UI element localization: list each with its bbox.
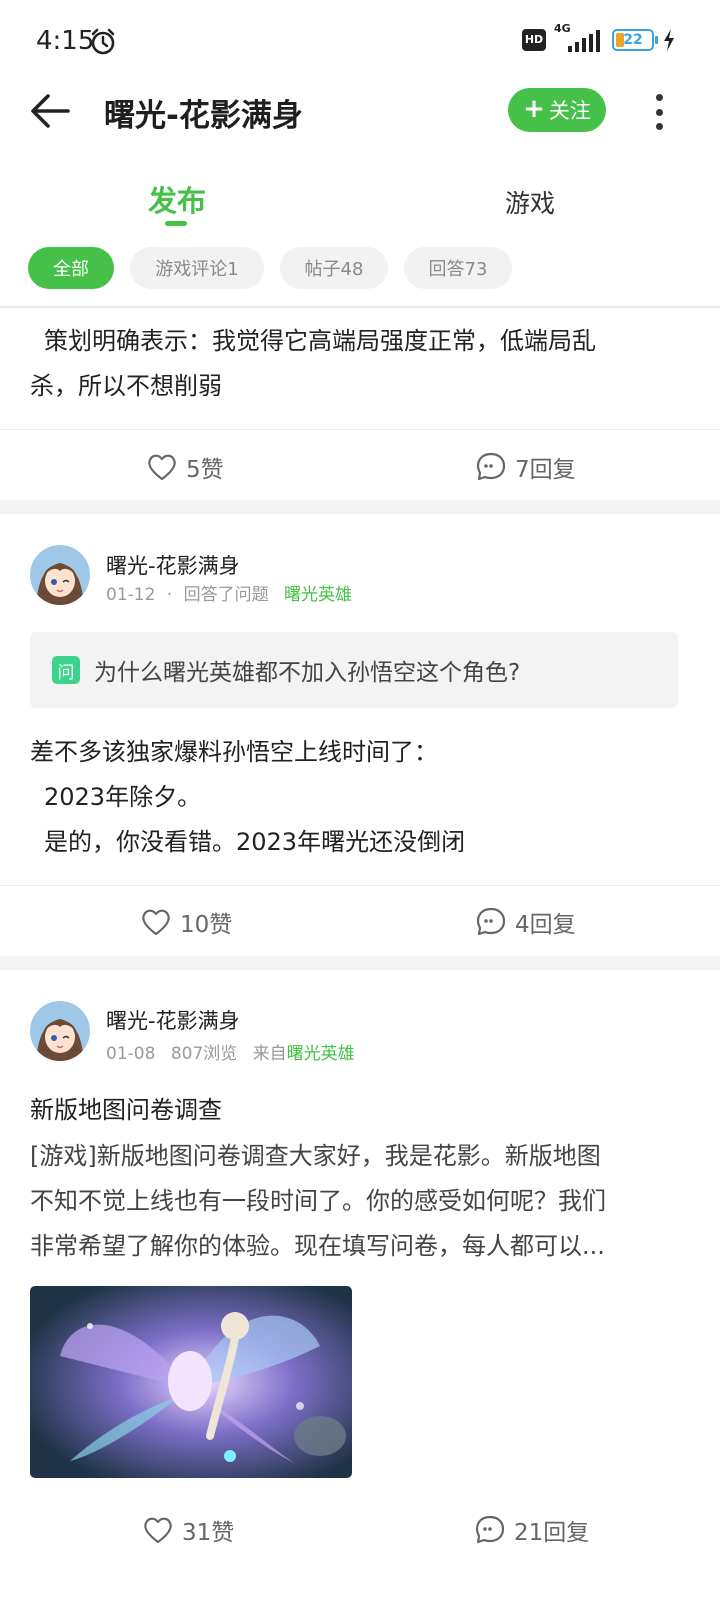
post-body: 差不多该独家爆料孙悟空上线时间了： 2023年除夕。 是的，你没看错。2023年…	[30, 730, 690, 865]
post-line: 不知不觉上线也有一段时间了。你的感受如何呢？我们	[30, 1187, 606, 1215]
heart-icon	[144, 1517, 172, 1544]
status-bar: 4:15 HD 4G 22	[0, 0, 720, 90]
reply-count: 21回复	[514, 1520, 590, 1546]
filter-game-reviews[interactable]: 游戏评论1	[130, 247, 264, 289]
post-line: 策划明确表示：我觉得它高端局强度正常，低端局乱	[44, 327, 596, 355]
meta-separator: ·	[166, 585, 173, 605]
hd-badge: HD	[522, 29, 546, 51]
post-line: 2023年除夕。	[44, 783, 202, 811]
heart-icon	[142, 909, 170, 936]
avatar[interactable]	[30, 545, 90, 605]
filter-answers[interactable]: 回答73	[404, 247, 512, 289]
divider	[0, 429, 720, 430]
reply-button[interactable]: 7回复	[475, 450, 576, 484]
post-line: 差不多该独家爆料孙悟空上线时间了：	[30, 738, 438, 766]
battery-icon: 22	[612, 29, 658, 51]
tab-publish[interactable]: 发布	[148, 178, 206, 220]
post-meta: 01-12 · 回答了问题 曙光英雄	[106, 580, 352, 605]
comment-icon	[475, 1515, 505, 1544]
post-title[interactable]: 新版地图问卷调查	[30, 1090, 222, 1125]
filter-posts[interactable]: 帖子48	[280, 247, 388, 289]
battery-level: 22	[623, 32, 643, 48]
post-line: [游戏]新版地图问卷调查大家好，我是花影。新版地图	[30, 1142, 601, 1170]
tab-indicator	[165, 221, 187, 226]
charging-icon	[664, 29, 674, 51]
reply-button[interactable]: 21回复	[474, 1513, 589, 1547]
like-count: 5赞	[186, 457, 224, 483]
question-icon: 问	[52, 656, 80, 684]
post-body: [游戏]新版地图问卷调查大家好，我是花影。新版地图 不知不觉上线也有一段时间了。…	[30, 1134, 700, 1269]
signal-icon: 4G	[554, 22, 604, 54]
filter-all[interactable]: 全部	[28, 247, 114, 289]
like-button[interactable]: 5赞	[146, 450, 224, 484]
author-name[interactable]: 曙光-花影满身	[106, 1005, 240, 1035]
filter-chips: 全部 游戏评论1 帖子48 回答73	[28, 247, 512, 289]
reply-count: 7回复	[515, 457, 576, 483]
comment-icon	[476, 452, 506, 481]
like-count: 31赞	[182, 1520, 235, 1546]
like-button[interactable]: 31赞	[142, 1513, 234, 1547]
tab-game[interactable]: 游戏	[505, 184, 555, 220]
view-count: 807浏览	[170, 1044, 238, 1064]
post-date: 01-08	[106, 1044, 156, 1064]
game-tag[interactable]: 曙光英雄	[287, 1044, 355, 1064]
reply-button[interactable]: 4回复	[475, 905, 576, 939]
follow-label: 关注	[548, 99, 591, 123]
question-card[interactable]: 问 为什么曙光英雄都不加入孙悟空这个角色?	[30, 632, 678, 708]
follow-button[interactable]: + 关注	[508, 88, 606, 132]
post-body: 策划明确表示：我觉得它高端局强度正常，低端局乱 杀，所以不想削弱	[30, 319, 690, 409]
heart-icon	[148, 454, 176, 481]
header: 曙光-花影满身 + 关注	[0, 80, 720, 144]
tab-bar: 发布 游戏	[0, 170, 720, 240]
section-gap	[0, 500, 720, 514]
reply-count: 4回复	[515, 912, 576, 938]
like-count: 10赞	[180, 912, 233, 938]
feed: 策划明确表示：我觉得它高端局强度正常，低端局乱 杀，所以不想削弱 5赞 7回复	[0, 310, 720, 1600]
plus-icon: +	[523, 94, 545, 124]
author-name[interactable]: 曙光-花影满身	[106, 550, 240, 580]
status-time: 4:15	[36, 26, 95, 56]
section-gap	[0, 956, 720, 970]
back-arrow-icon[interactable]	[26, 86, 76, 136]
like-button[interactable]: 10赞	[140, 905, 232, 939]
comment-icon	[476, 907, 506, 936]
alarm-icon	[91, 28, 115, 55]
post-date: 01-12	[106, 585, 156, 605]
post-line: 非常希望了解你的体验。现在填写问卷，每人都可以...	[30, 1232, 605, 1260]
post-line: 杀，所以不想削弱	[30, 372, 222, 400]
screen: 4:15 HD 4G 22 曙光-花影满身 + 关注 发布 游戏 全部 游戏评论…	[0, 0, 720, 1600]
divider	[0, 885, 720, 886]
status-right-group: HD 4G 22	[522, 22, 676, 54]
more-options-icon[interactable]	[646, 90, 672, 134]
post-activity: 回答了问题	[183, 585, 269, 605]
avatar[interactable]	[30, 1001, 90, 1061]
post-line: 是的，你没看错。2023年曙光还没倒闭	[44, 828, 466, 856]
game-tag[interactable]: 曙光英雄	[284, 585, 352, 605]
page-title: 曙光-花影满身	[104, 98, 303, 134]
question-text: 为什么曙光英雄都不加入孙悟空这个角色?	[94, 660, 521, 686]
post-image[interactable]	[30, 1286, 352, 1478]
source-prefix: 来自	[252, 1044, 287, 1064]
post-meta: 01-08 807浏览 来自曙光英雄	[106, 1039, 355, 1064]
